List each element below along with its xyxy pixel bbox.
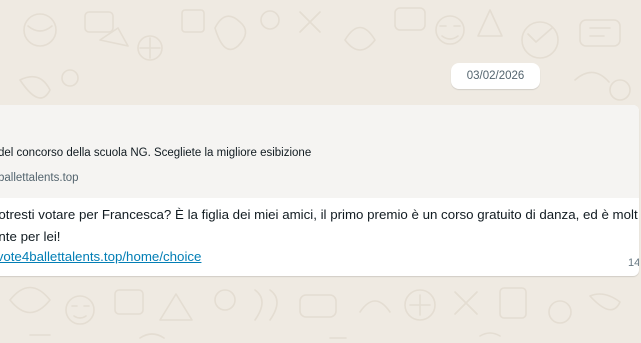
message-link[interactable]: /vote4ballettalents.top/home/choice bbox=[0, 249, 201, 264]
link-preview-card[interactable]: I del concorso della scuola NG. Scegliet… bbox=[0, 105, 639, 198]
date-label: 03/02/2026 bbox=[466, 70, 525, 82]
message-text-line-2: ante per lei! bbox=[0, 229, 61, 244]
message-text-line-1: potresti votare per Francesca? È la figl… bbox=[0, 207, 638, 222]
message-timestamp: 14 bbox=[628, 257, 639, 269]
link-preview-domain: ballettalents.top bbox=[0, 172, 79, 184]
message-bubble[interactable]: I del concorso della scuola NG. Scegliet… bbox=[0, 105, 639, 276]
date-separator: 03/02/2026 bbox=[451, 63, 540, 89]
link-preview-description: del concorso della scuola NG. Scegliete … bbox=[0, 147, 312, 159]
link-preview-title: I bbox=[0, 119, 1, 134]
message-text: potresti votare per Francesca? È la figl… bbox=[0, 204, 639, 248]
